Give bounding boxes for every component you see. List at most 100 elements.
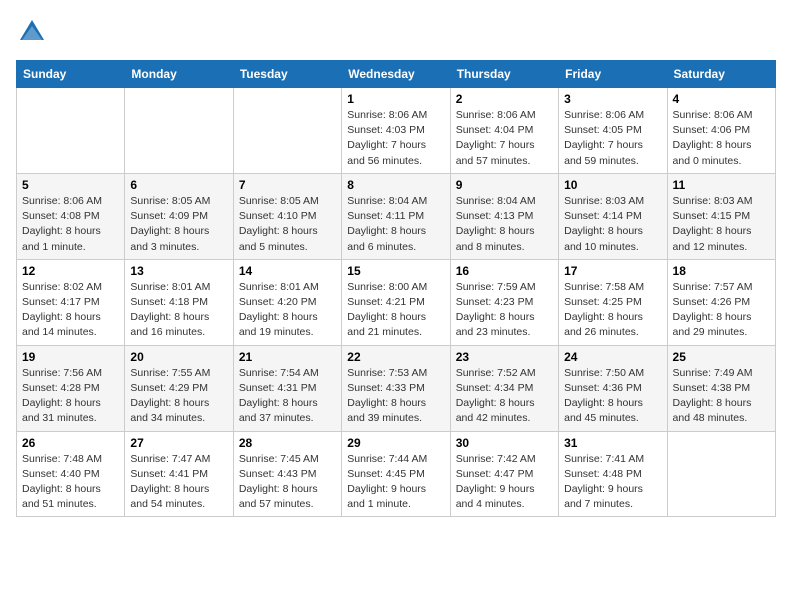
calendar-cell: 16 Sunrise: 7:59 AMSunset: 4:23 PMDayligh… <box>450 259 558 345</box>
day-number: 21 <box>239 350 336 364</box>
day-info: Sunrise: 7:48 AMSunset: 4:40 PMDaylight:… <box>22 452 119 513</box>
calendar-cell <box>125 88 233 174</box>
day-number: 2 <box>456 92 553 106</box>
calendar-cell: 12Sunrise: 8:02 AMSunset: 4:17 PMDayligh… <box>17 259 125 345</box>
calendar-cell: 28Sunrise: 7:45 AMSunset: 4:43 PMDayligh… <box>233 431 341 517</box>
calendar-cell: 23 Sunrise: 7:52 AMSunset: 4:34 PMDayligh… <box>450 345 558 431</box>
day-number: 8 <box>347 178 444 192</box>
calendar-header-row: SundayMondayTuesdayWednesdayThursdayFrid… <box>17 61 776 88</box>
day-number: 5 <box>22 178 119 192</box>
page-header <box>16 16 776 48</box>
day-info: Sunrise: 7:54 AMSunset: 4:31 PMDaylight:… <box>239 366 336 427</box>
calendar-cell <box>667 431 775 517</box>
day-info: Sunrise: 8:01 AMSunset: 4:18 PMDaylight:… <box>130 280 227 341</box>
calendar-cell: 6 Sunrise: 8:05 AMSunset: 4:09 PMDaylight… <box>125 173 233 259</box>
day-info: Sunrise: 7:59 AMSunset: 4:23 PMDaylight:… <box>456 280 553 341</box>
day-info: Sunrise: 8:06 AMSunset: 4:08 PMDaylight:… <box>22 194 119 255</box>
day-number: 3 <box>564 92 661 106</box>
calendar-week-row: 26Sunrise: 7:48 AMSunset: 4:40 PMDayligh… <box>17 431 776 517</box>
day-info: Sunrise: 7:55 AMSunset: 4:29 PMDaylight:… <box>130 366 227 427</box>
calendar-cell: 10 Sunrise: 8:03 AMSunset: 4:14 PMDayligh… <box>559 173 667 259</box>
calendar-cell: 4Sunrise: 8:06 AMSunset: 4:06 PMDaylight… <box>667 88 775 174</box>
calendar-week-row: 12Sunrise: 8:02 AMSunset: 4:17 PMDayligh… <box>17 259 776 345</box>
day-info: Sunrise: 8:05 AMSunset: 4:09 PMDaylight:… <box>130 194 227 255</box>
day-info: Sunrise: 8:03 AMSunset: 4:14 PMDaylight:… <box>564 194 661 255</box>
day-info: Sunrise: 7:56 AMSunset: 4:28 PMDaylight:… <box>22 366 119 427</box>
day-info: Sunrise: 8:01 AMSunset: 4:20 PMDaylight:… <box>239 280 336 341</box>
day-number: 14 <box>239 264 336 278</box>
day-info: Sunrise: 8:06 AMSunset: 4:03 PMDaylight:… <box>347 108 444 169</box>
calendar-cell: 9 Sunrise: 8:04 AMSunset: 4:13 PMDaylight… <box>450 173 558 259</box>
day-info: Sunrise: 8:03 AMSunset: 4:15 PMDaylight:… <box>673 194 770 255</box>
day-number: 6 <box>130 178 227 192</box>
day-info: Sunrise: 7:44 AMSunset: 4:45 PMDaylight:… <box>347 452 444 513</box>
day-info: Sunrise: 8:04 AMSunset: 4:13 PMDaylight:… <box>456 194 553 255</box>
calendar-cell: 15 Sunrise: 8:00 AMSunset: 4:21 PMDayligh… <box>342 259 450 345</box>
day-info: Sunrise: 8:02 AMSunset: 4:17 PMDaylight:… <box>22 280 119 341</box>
day-number: 17 <box>564 264 661 278</box>
day-info: Sunrise: 7:52 AMSunset: 4:34 PMDaylight:… <box>456 366 553 427</box>
day-number: 31 <box>564 436 661 450</box>
calendar-cell: 31Sunrise: 7:41 AMSunset: 4:48 PMDayligh… <box>559 431 667 517</box>
day-info: Sunrise: 7:47 AMSunset: 4:41 PMDaylight:… <box>130 452 227 513</box>
calendar-cell: 5 Sunrise: 8:06 AMSunset: 4:08 PMDaylight… <box>17 173 125 259</box>
calendar-cell <box>233 88 341 174</box>
calendar-cell: 25 Sunrise: 7:49 AMSunset: 4:38 PMDayligh… <box>667 345 775 431</box>
day-number: 22 <box>347 350 444 364</box>
calendar-cell: 11 Sunrise: 8:03 AMSunset: 4:15 PMDayligh… <box>667 173 775 259</box>
day-info: Sunrise: 8:04 AMSunset: 4:11 PMDaylight:… <box>347 194 444 255</box>
day-info: Sunrise: 8:06 AMSunset: 4:04 PMDaylight:… <box>456 108 553 169</box>
day-number: 24 <box>564 350 661 364</box>
calendar-cell: 22 Sunrise: 7:53 AMSunset: 4:33 PMDayligh… <box>342 345 450 431</box>
day-number: 23 <box>456 350 553 364</box>
day-number: 30 <box>456 436 553 450</box>
calendar-cell: 7Sunrise: 8:05 AMSunset: 4:10 PMDaylight… <box>233 173 341 259</box>
day-number: 11 <box>673 178 770 192</box>
day-number: 20 <box>130 350 227 364</box>
day-info: Sunrise: 8:06 AMSunset: 4:05 PMDaylight:… <box>564 108 661 169</box>
calendar-cell: 26Sunrise: 7:48 AMSunset: 4:40 PMDayligh… <box>17 431 125 517</box>
calendar-cell: 24 Sunrise: 7:50 AMSunset: 4:36 PMDayligh… <box>559 345 667 431</box>
calendar-header-sunday: Sunday <box>17 61 125 88</box>
logo-icon <box>16 16 48 48</box>
day-number: 10 <box>564 178 661 192</box>
day-number: 28 <box>239 436 336 450</box>
day-number: 16 <box>456 264 553 278</box>
calendar-cell: 3 Sunrise: 8:06 AMSunset: 4:05 PMDaylight… <box>559 88 667 174</box>
calendar-cell: 20 Sunrise: 7:55 AMSunset: 4:29 PMDayligh… <box>125 345 233 431</box>
day-info: Sunrise: 7:50 AMSunset: 4:36 PMDaylight:… <box>564 366 661 427</box>
calendar-cell: 27 Sunrise: 7:47 AMSunset: 4:41 PMDayligh… <box>125 431 233 517</box>
calendar-cell: 29 Sunrise: 7:44 AMSunset: 4:45 PMDayligh… <box>342 431 450 517</box>
calendar-cell: 14 Sunrise: 8:01 AMSunset: 4:20 PMDayligh… <box>233 259 341 345</box>
day-info: Sunrise: 7:49 AMSunset: 4:38 PMDaylight:… <box>673 366 770 427</box>
calendar-header-thursday: Thursday <box>450 61 558 88</box>
day-number: 25 <box>673 350 770 364</box>
calendar-cell: 19 Sunrise: 7:56 AMSunset: 4:28 PMDayligh… <box>17 345 125 431</box>
calendar-cell: 17 Sunrise: 7:58 AMSunset: 4:25 PMDayligh… <box>559 259 667 345</box>
calendar-cell: 21 Sunrise: 7:54 AMSunset: 4:31 PMDayligh… <box>233 345 341 431</box>
calendar-cell: 18 Sunrise: 7:57 AMSunset: 4:26 PMDayligh… <box>667 259 775 345</box>
calendar-header-wednesday: Wednesday <box>342 61 450 88</box>
day-number: 4 <box>673 92 770 106</box>
calendar-week-row: 5 Sunrise: 8:06 AMSunset: 4:08 PMDaylight… <box>17 173 776 259</box>
calendar-header-saturday: Saturday <box>667 61 775 88</box>
day-number: 29 <box>347 436 444 450</box>
day-number: 9 <box>456 178 553 192</box>
day-info: Sunrise: 7:57 AMSunset: 4:26 PMDaylight:… <box>673 280 770 341</box>
day-number: 27 <box>130 436 227 450</box>
day-info: Sunrise: 7:53 AMSunset: 4:33 PMDaylight:… <box>347 366 444 427</box>
day-number: 18 <box>673 264 770 278</box>
calendar-cell <box>17 88 125 174</box>
calendar-header-friday: Friday <box>559 61 667 88</box>
calendar-cell: 2 Sunrise: 8:06 AMSunset: 4:04 PMDaylight… <box>450 88 558 174</box>
day-number: 15 <box>347 264 444 278</box>
day-number: 19 <box>22 350 119 364</box>
day-info: Sunrise: 7:58 AMSunset: 4:25 PMDaylight:… <box>564 280 661 341</box>
calendar-header-monday: Monday <box>125 61 233 88</box>
day-info: Sunrise: 8:05 AMSunset: 4:10 PMDaylight:… <box>239 194 336 255</box>
day-info: Sunrise: 8:00 AMSunset: 4:21 PMDaylight:… <box>347 280 444 341</box>
day-number: 13 <box>130 264 227 278</box>
calendar-cell: 1Sunrise: 8:06 AMSunset: 4:03 PMDaylight… <box>342 88 450 174</box>
calendar-table: SundayMondayTuesdayWednesdayThursdayFrid… <box>16 60 776 517</box>
calendar-header-tuesday: Tuesday <box>233 61 341 88</box>
